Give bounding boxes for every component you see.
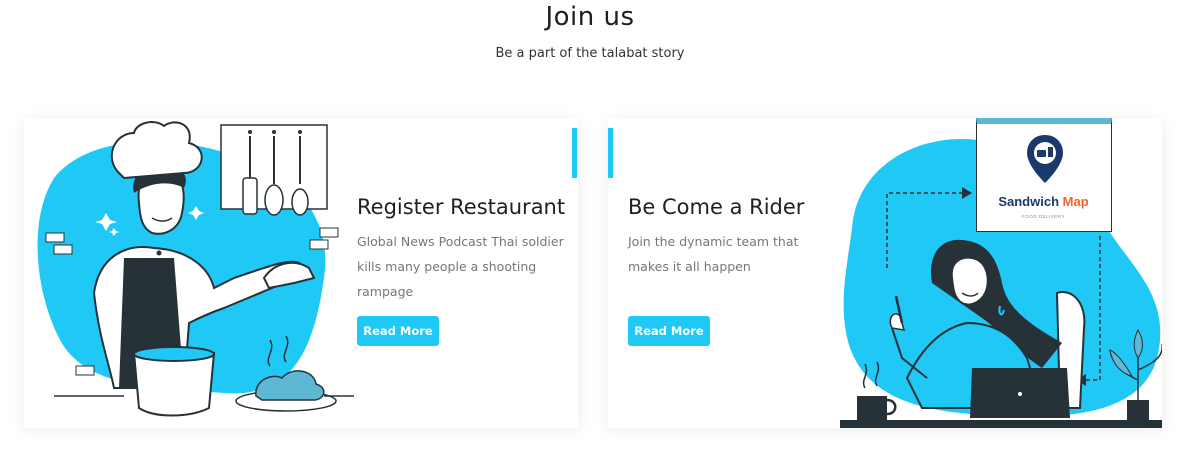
become-rider-card: Be Come a Rider Join the dynamic team th… [608,118,1162,428]
logo-word-map: Map [1062,194,1089,209]
map-pin-icon [1027,135,1063,183]
card-title: Register Restaurant [357,195,566,219]
section-subtitle: Be a part of the talabat story [495,46,685,61]
logo-wordmark: Sandwich Map [977,194,1110,210]
card-title: Be Come a Rider [628,195,805,219]
logo-word-sandwich: Sandwich [998,194,1060,209]
read-more-button[interactable]: Read More [628,316,710,346]
sandwich-map-logo: Sandwich Map FOOD DELIVERY [976,118,1112,232]
card-description: Global News Podcast Thai soldier kills m… [357,234,564,299]
read-more-button[interactable]: Read More [357,316,439,346]
section-title: Join us [545,2,635,32]
card-accent-bar [572,128,577,178]
register-restaurant-card: Register Restaurant Global News Podcast … [24,118,578,428]
card-description: Join the dynamic team that makes it all … [628,234,799,274]
chef-cooking-illustration [37,121,354,417]
logo-tagline: FOOD DELIVERY [1022,214,1065,219]
card-accent-bar [608,128,613,178]
